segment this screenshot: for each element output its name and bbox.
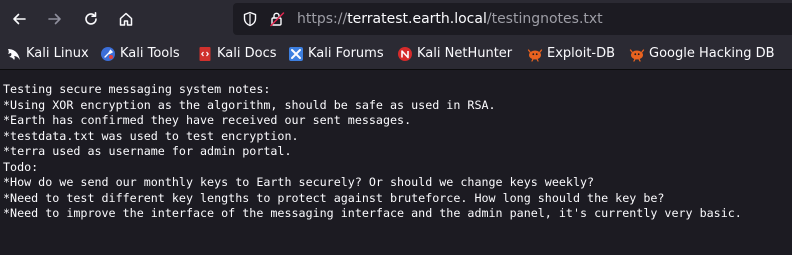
bookmark-google-hacking-db[interactable]: Google Hacking DB xyxy=(629,45,775,63)
navigation-toolbar: https://terratest.earth.local/testingnot… xyxy=(0,0,792,38)
forward-arrow-icon xyxy=(48,13,61,25)
bookmark-label: Exploit-DB xyxy=(547,46,616,61)
bookmark-label: Google Hacking DB xyxy=(649,46,775,61)
url-scheme: https:// xyxy=(297,11,348,27)
kali-tools-icon xyxy=(101,47,115,61)
document-line: *Need to improve the interface of the me… xyxy=(3,206,742,220)
ghdb-icon xyxy=(629,49,645,62)
bookmark-kali-nethunter[interactable]: Kali NetHunter xyxy=(397,45,512,63)
reload-icon xyxy=(85,12,97,25)
nethunter-icon xyxy=(398,47,412,61)
bookmark-label: Kali Docs xyxy=(217,46,277,61)
kali-forums-icon xyxy=(289,47,303,61)
document-line: Testing secure messaging system notes: xyxy=(3,82,271,96)
back-button[interactable] xyxy=(5,5,33,33)
address-bar[interactable]: https://terratest.earth.local/testingnot… xyxy=(233,3,792,35)
document-line: *How do we send our monthly keys to Eart… xyxy=(3,175,595,189)
bookmark-kali-tools[interactable]: Kali Tools xyxy=(100,45,180,63)
document-line: *Earth has confirmed they have received … xyxy=(3,113,412,127)
kali-dragon-icon xyxy=(8,49,20,60)
bookmark-label: Kali NetHunter xyxy=(417,46,513,61)
tracking-protection-shield-icon[interactable] xyxy=(242,11,258,27)
forward-button[interactable] xyxy=(41,5,69,33)
bookmark-kali-forums[interactable]: Kali Forums xyxy=(288,45,384,63)
exploit-db-icon xyxy=(527,49,543,62)
bookmark-kali-docs[interactable]: Kali Docs xyxy=(197,45,277,63)
kali-docs-icon xyxy=(199,47,211,61)
document-line: *Using XOR encryption as the algorithm, … xyxy=(3,97,496,112)
insecure-lock-icon[interactable] xyxy=(269,11,285,27)
url-path: /testingnotes.txt xyxy=(486,11,603,27)
bookmark-label: Kali Linux xyxy=(26,46,89,61)
home-button[interactable] xyxy=(112,5,140,33)
document-line: Todo: xyxy=(3,159,39,174)
document-line: *terra used as username for admin portal… xyxy=(3,144,292,158)
document-line: *Need to test different key lengths to p… xyxy=(3,190,665,205)
text-document: Testing secure messaging system notes: *… xyxy=(3,82,792,222)
url-host: terratest.earth.local xyxy=(347,11,487,27)
bookmark-kali-linux[interactable]: Kali Linux xyxy=(6,45,89,63)
home-icon xyxy=(119,12,133,26)
bookmark-exploit-db[interactable]: Exploit-DB xyxy=(527,45,615,63)
reload-button[interactable] xyxy=(77,5,105,33)
bookmark-label: Kali Forums xyxy=(308,46,384,61)
bookmarks-toolbar: Kali Linux Kali Tools Kali Docs Kali For… xyxy=(0,38,792,70)
url-text[interactable]: https://terratest.earth.local/testingnot… xyxy=(297,11,603,27)
bookmark-label: Kali Tools xyxy=(120,46,180,61)
document-line: *testdata.txt was used to test encryptio… xyxy=(3,128,299,143)
back-arrow-icon xyxy=(13,13,26,25)
